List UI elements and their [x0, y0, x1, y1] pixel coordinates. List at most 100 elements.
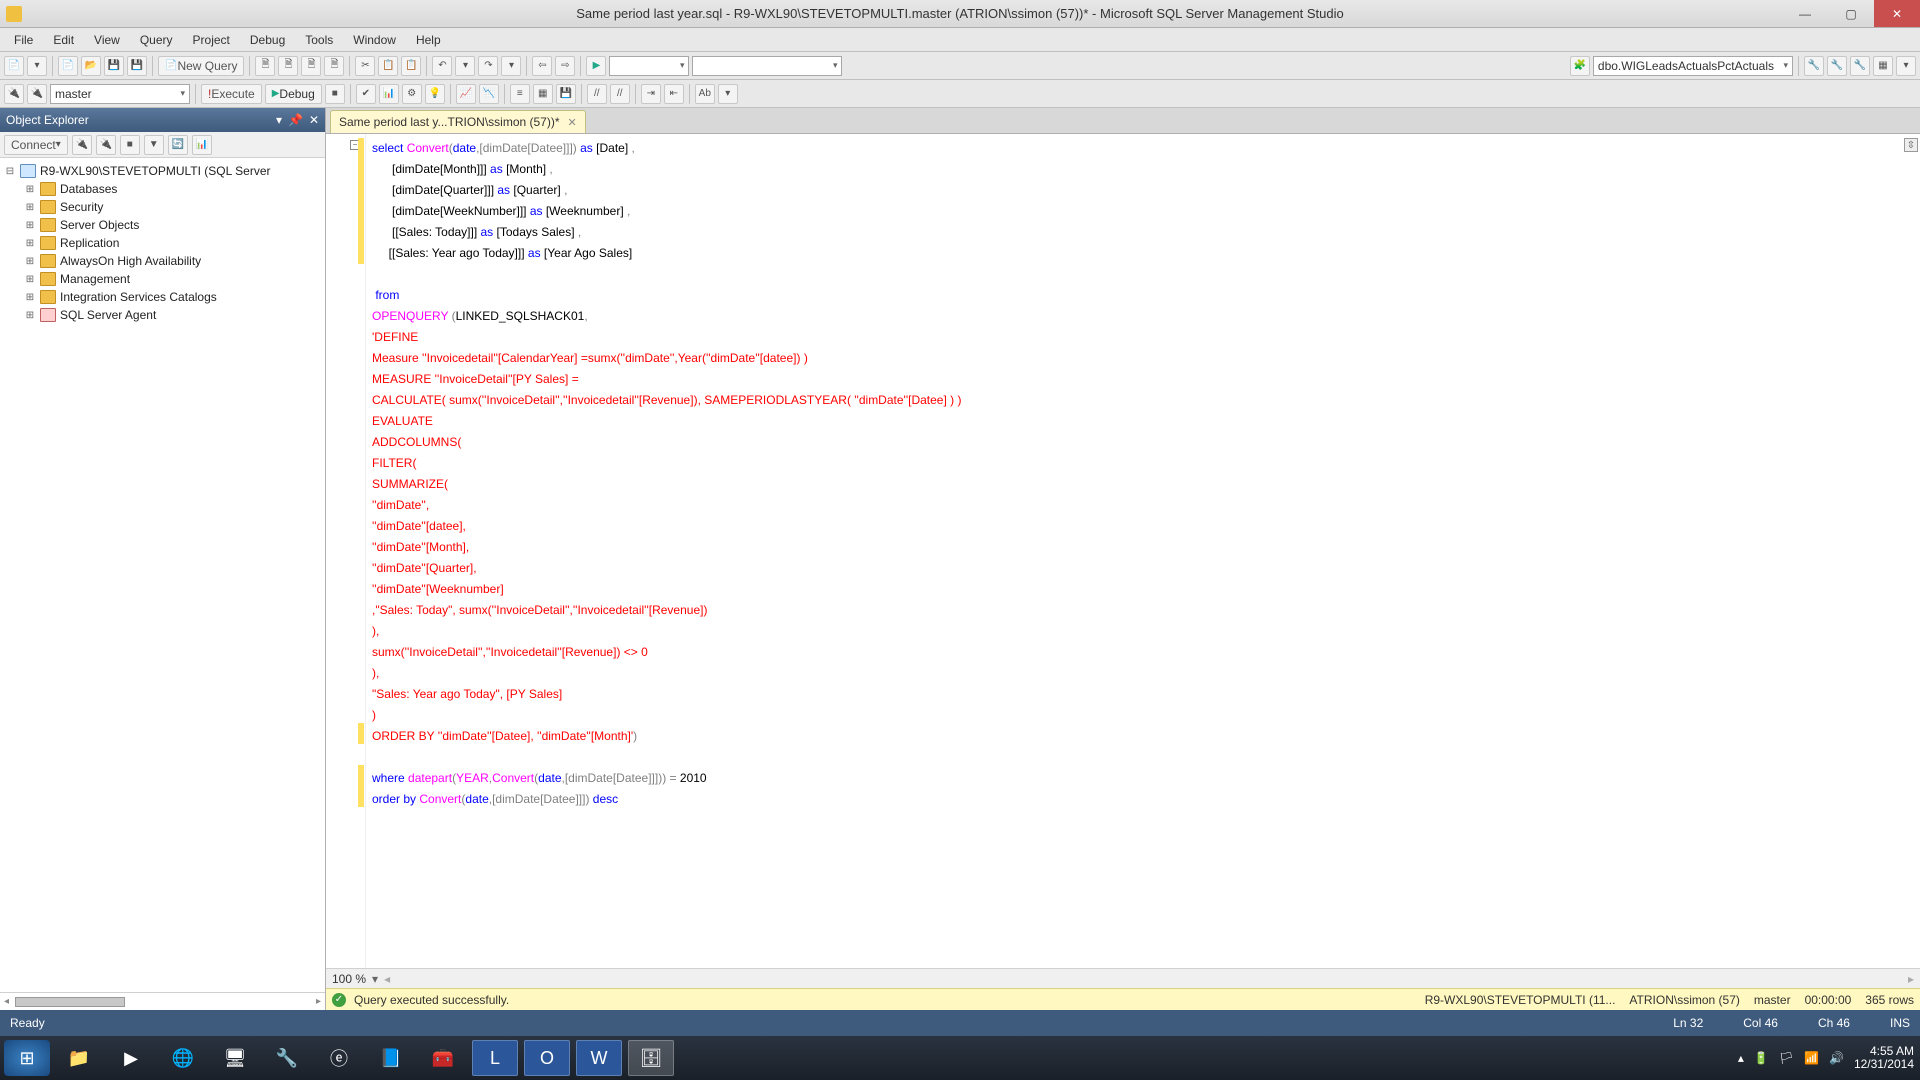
oe-icon-2[interactable]: 🔌 — [96, 135, 116, 155]
tray-volume-icon[interactable]: 🔊 — [1829, 1051, 1844, 1065]
results-grid-icon[interactable]: ▦ — [533, 84, 553, 104]
tool-icon-a[interactable]: 🧩 — [1570, 56, 1590, 76]
oe-refresh-icon[interactable]: 🔄 — [168, 135, 188, 155]
tree-node-alwayson-high-availability[interactable]: ⊞AlwaysOn High Availability — [0, 252, 325, 270]
dmx-query-icon[interactable]: 🗎 — [301, 56, 321, 76]
results-file-icon[interactable]: 💾 — [556, 84, 576, 104]
cut-icon[interactable]: ✂ — [355, 56, 375, 76]
code-content[interactable]: select Convert(date,[dimDate[Datee]]]) a… — [366, 134, 1920, 968]
tree-node-integration-services-catalogs[interactable]: ⊞Integration Services Catalogs — [0, 288, 325, 306]
undo-dropdown-icon[interactable]: ▾ — [455, 56, 475, 76]
taskbar-app4-icon[interactable]: 🧰 — [420, 1040, 466, 1076]
menu-file[interactable]: File — [4, 30, 43, 50]
save-all-icon[interactable]: 💾 — [127, 56, 147, 76]
oe-icon-6[interactable]: 📊 — [192, 135, 212, 155]
copy-icon[interactable]: 📋 — [378, 56, 398, 76]
taskbar-word-icon[interactable]: W — [576, 1040, 622, 1076]
tree-node-server-objects[interactable]: ⊞Server Objects — [0, 216, 325, 234]
code-editor[interactable]: − select Convert(date,[dimDate[Datee]]])… — [326, 134, 1920, 968]
oe-icon-1[interactable]: 🔌 — [72, 135, 92, 155]
include-stats-icon[interactable]: 📉 — [479, 84, 499, 104]
new-item-icon[interactable]: 📄 — [58, 56, 78, 76]
taskbar-app3-icon[interactable]: 📘 — [368, 1040, 414, 1076]
toolbar-overflow-icon[interactable]: ▾ — [718, 84, 738, 104]
cancel-query-icon[interactable]: ■ — [325, 84, 345, 104]
tree-node-databases[interactable]: ⊞Databases — [0, 180, 325, 198]
menu-debug[interactable]: Debug — [240, 30, 295, 50]
undo-icon[interactable]: ↶ — [432, 56, 452, 76]
taskbar-chrome-icon[interactable]: 🌐 — [160, 1040, 206, 1076]
indent-icon[interactable]: ⇥ — [641, 84, 661, 104]
maximize-button[interactable]: ▢ — [1828, 0, 1874, 27]
include-plan-icon[interactable]: 📈 — [456, 84, 476, 104]
redo-dropdown-icon[interactable]: ▾ — [501, 56, 521, 76]
mdx-query-icon[interactable]: 🗎 — [278, 56, 298, 76]
menu-query[interactable]: Query — [130, 30, 183, 50]
zoom-level[interactable]: 100 % — [332, 972, 366, 986]
comment-icon[interactable]: // — [587, 84, 607, 104]
taskbar-app1-icon[interactable]: 🖥 — [212, 1040, 258, 1076]
solution-platform-combo[interactable] — [692, 56, 842, 76]
taskbar-ie-icon[interactable]: ⓔ — [316, 1040, 362, 1076]
xmla-query-icon[interactable]: 🗎 — [324, 56, 344, 76]
tray-network-icon[interactable]: 📶 — [1804, 1051, 1819, 1065]
tab-active[interactable]: Same period last y...TRION\ssimon (57))*… — [330, 110, 586, 133]
new-project-icon[interactable]: 📄 — [4, 56, 24, 76]
start-button[interactable]: ⊞ — [4, 1040, 50, 1076]
taskbar-outlook-icon[interactable]: O — [524, 1040, 570, 1076]
tool-icon-c[interactable]: 🔧 — [1827, 56, 1847, 76]
menu-project[interactable]: Project — [183, 30, 240, 50]
parse-icon[interactable]: ✔ — [356, 84, 376, 104]
change-connection-icon[interactable]: 🔌 — [4, 84, 24, 104]
redo-icon[interactable]: ↷ — [478, 56, 498, 76]
database-combo[interactable]: master — [50, 84, 190, 104]
taskbar-explorer-icon[interactable]: 📁 — [56, 1040, 102, 1076]
nav-back-icon[interactable]: ⇦ — [532, 56, 552, 76]
object-explorer-tree[interactable]: ⊟ R9-WXL90\STEVETOPMULTI (SQL Server ⊞Da… — [0, 158, 325, 992]
disconnect-icon[interactable]: 🔌 — [27, 84, 47, 104]
menu-window[interactable]: Window — [343, 30, 406, 50]
tree-node-replication[interactable]: ⊞Replication — [0, 234, 325, 252]
uncomment-icon[interactable]: // — [610, 84, 630, 104]
open-icon[interactable]: 📂 — [81, 56, 101, 76]
zoom-dropdown-icon[interactable]: ▾ — [372, 972, 378, 986]
save-icon[interactable]: 💾 — [104, 56, 124, 76]
panel-dropdown-icon[interactable]: ▾ — [276, 113, 282, 127]
tool-icon-d[interactable]: 🔧 — [1850, 56, 1870, 76]
menu-help[interactable]: Help — [406, 30, 451, 50]
start-icon[interactable]: ▶ — [586, 56, 606, 76]
nav-fwd-icon[interactable]: ⇨ — [555, 56, 575, 76]
object-explorer-scrollbar[interactable]: ◂ ▸ — [0, 992, 325, 1010]
tool-icon-e[interactable]: ▦ — [1873, 56, 1893, 76]
intellisense-icon[interactable]: 💡 — [425, 84, 445, 104]
panel-close-icon[interactable]: ✕ — [309, 113, 319, 127]
taskbar-ssms-icon[interactable]: 🗄 — [628, 1040, 674, 1076]
close-button[interactable]: ✕ — [1874, 0, 1920, 27]
taskbar-media-icon[interactable]: ▶ — [108, 1040, 154, 1076]
system-tray[interactable]: ▴ 🔋 🏳 📶 🔊 4:55 AM 12/31/2014 — [1738, 1045, 1914, 1071]
tray-up-icon[interactable]: ▴ — [1738, 1051, 1744, 1065]
paste-icon[interactable]: 📋 — [401, 56, 421, 76]
tool-dropdown-icon[interactable]: ▾ — [1896, 56, 1916, 76]
solution-config-combo[interactable] — [609, 56, 689, 76]
estimated-plan-icon[interactable]: 📊 — [379, 84, 399, 104]
menu-edit[interactable]: Edit — [43, 30, 84, 50]
tree-node-security[interactable]: ⊞Security — [0, 198, 325, 216]
tree-node-management[interactable]: ⊞Management — [0, 270, 325, 288]
connect-button[interactable]: Connect ▾ — [4, 135, 68, 155]
execute-button[interactable]: ! Execute — [201, 84, 262, 104]
de-query-icon[interactable]: 🗎 — [255, 56, 275, 76]
minimize-button[interactable]: — — [1782, 0, 1828, 27]
menu-tools[interactable]: Tools — [295, 30, 343, 50]
tree-node-sql-server-agent[interactable]: ⊞SQL Server Agent — [0, 306, 325, 324]
taskbar-lync-icon[interactable]: L — [472, 1040, 518, 1076]
outdent-icon[interactable]: ⇤ — [664, 84, 684, 104]
split-handle-icon[interactable]: ⇳ — [1904, 138, 1918, 152]
object-combo[interactable]: dbo.WIGLeadsActualsPctActuals — [1593, 56, 1793, 76]
tray-battery-icon[interactable]: 🔋 — [1754, 1051, 1769, 1065]
menu-view[interactable]: View — [84, 30, 130, 50]
new-query-button[interactable]: 📄 New Query — [158, 56, 244, 76]
tray-clock[interactable]: 4:55 AM 12/31/2014 — [1854, 1045, 1914, 1071]
tray-flag-icon[interactable]: 🏳 — [1779, 1051, 1794, 1065]
oe-filter-icon[interactable]: ▼ — [144, 135, 164, 155]
